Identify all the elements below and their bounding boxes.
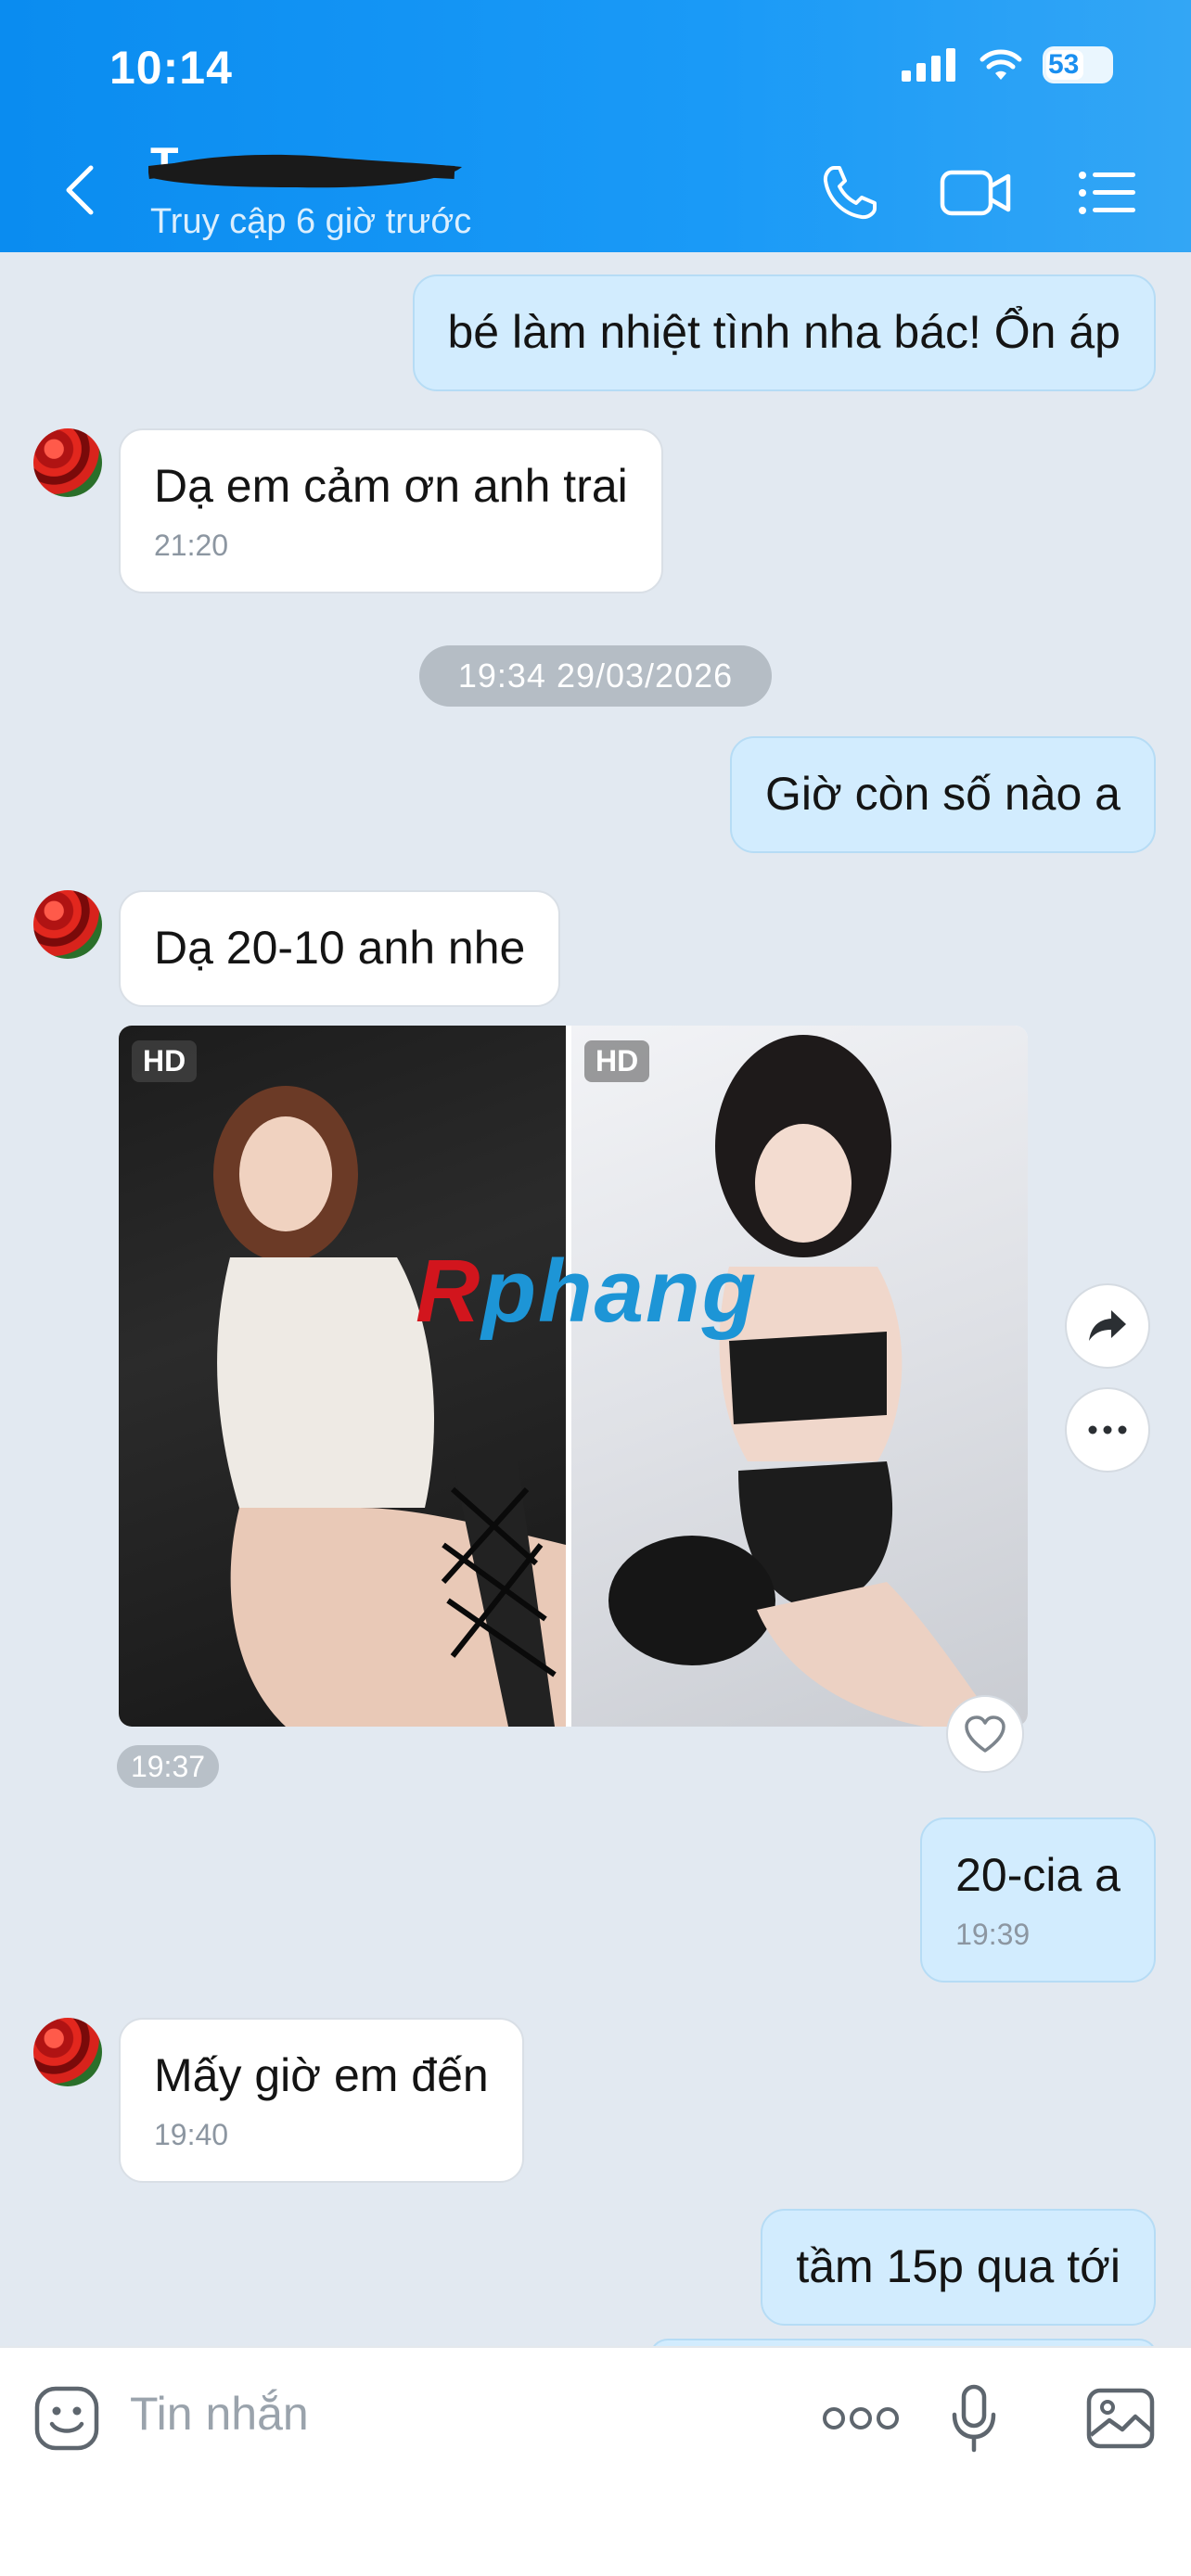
wifi-icon bbox=[980, 49, 1022, 80]
call-button[interactable] bbox=[813, 158, 887, 228]
gallery-button[interactable] bbox=[1078, 2376, 1163, 2461]
message-text: tầm 15p qua tới bbox=[796, 2240, 1121, 2292]
image-gallery-icon bbox=[1086, 2388, 1155, 2449]
message-text: Mấy giờ em đến bbox=[154, 2049, 489, 2101]
last-seen-status: Truy cập 6 giờ trước bbox=[150, 202, 472, 241]
heart-icon bbox=[965, 1715, 1005, 1753]
phone-icon bbox=[823, 166, 877, 220]
more-horizontal-icon bbox=[1088, 1425, 1127, 1435]
date-separator: 19:34 29/03/2026 bbox=[419, 645, 772, 707]
sticker-button[interactable] bbox=[24, 2376, 109, 2461]
share-arrow-icon bbox=[1089, 1310, 1126, 1341]
battery-level: 53 bbox=[1048, 49, 1080, 80]
status-time: 10:14 bbox=[109, 42, 233, 94]
photo-album[interactable]: HD HD bbox=[119, 1026, 1028, 1727]
back-button[interactable] bbox=[54, 158, 106, 223]
message-incoming[interactable]: Dạ 20-10 anh nhe bbox=[119, 890, 561, 1007]
message-composer bbox=[0, 2346, 1191, 2576]
message-outgoing[interactable]: Giờ còn số nào a bbox=[729, 736, 1156, 853]
chat-header: 10:14 53 T Truy cập 6 giờ trước bbox=[0, 0, 1191, 252]
message-time: 19:40 bbox=[154, 2117, 229, 2151]
message-outgoing[interactable]: bé làm nhiệt tình nha bác! Ổn áp bbox=[412, 274, 1156, 391]
message-text: Dạ 20-10 anh nhe bbox=[154, 922, 526, 974]
hd-badge: HD bbox=[584, 1040, 650, 1082]
video-camera-icon bbox=[940, 170, 1011, 216]
message-incoming[interactable]: Dạ em cảm ơn anh trai 21:20 bbox=[119, 428, 663, 594]
avatar[interactable] bbox=[33, 2018, 102, 2086]
avatar[interactable] bbox=[33, 428, 102, 497]
photo-right-image bbox=[608, 1035, 998, 1727]
more-options-button[interactable] bbox=[1065, 1387, 1150, 1473]
more-actions-button[interactable] bbox=[798, 2376, 924, 2461]
microphone-icon bbox=[952, 2384, 996, 2453]
battery-indicator: 53 bbox=[1043, 46, 1113, 83]
voice-button[interactable] bbox=[931, 2376, 1017, 2461]
media-time: 19:37 bbox=[117, 1745, 219, 1788]
message-incoming[interactable]: Mấy giờ em đến 19:40 bbox=[119, 2018, 524, 2184]
message-input[interactable] bbox=[130, 2387, 649, 2441]
chevron-left-icon bbox=[66, 165, 94, 215]
video-call-button[interactable] bbox=[939, 158, 1013, 228]
hd-badge: HD bbox=[132, 1040, 198, 1082]
photo-left[interactable]: HD bbox=[119, 1026, 566, 1727]
more-dots-icon bbox=[823, 2407, 899, 2429]
message-text: bé làm nhiệt tình nha bác! Ổn áp bbox=[447, 306, 1121, 358]
share-button[interactable] bbox=[1065, 1283, 1150, 1369]
message-time: 21:20 bbox=[154, 528, 229, 562]
message-outgoing[interactable]: tầm 15p qua tới bbox=[761, 2209, 1156, 2326]
menu-button[interactable] bbox=[1070, 158, 1145, 228]
photo-right[interactable]: HD bbox=[571, 1026, 1028, 1727]
photo-left-image bbox=[213, 1086, 566, 1727]
list-menu-icon bbox=[1079, 172, 1135, 214]
like-button[interactable] bbox=[946, 1695, 1024, 1773]
name-redaction bbox=[148, 154, 462, 188]
watermark-logo: Rphang bbox=[416, 1242, 759, 1341]
message-outgoing[interactable]: 20-cia a 19:39 bbox=[920, 1817, 1156, 1983]
sticker-smile-icon bbox=[34, 2386, 99, 2451]
message-text: Giờ còn số nào a bbox=[764, 768, 1121, 820]
status-icons: 53 bbox=[902, 46, 1113, 83]
message-text: Dạ em cảm ơn anh trai bbox=[154, 460, 628, 512]
avatar[interactable] bbox=[33, 890, 102, 959]
signal-icon bbox=[902, 48, 955, 82]
message-time: 19:39 bbox=[955, 1917, 1031, 1951]
message-text: 20-cia a bbox=[955, 1849, 1121, 1901]
